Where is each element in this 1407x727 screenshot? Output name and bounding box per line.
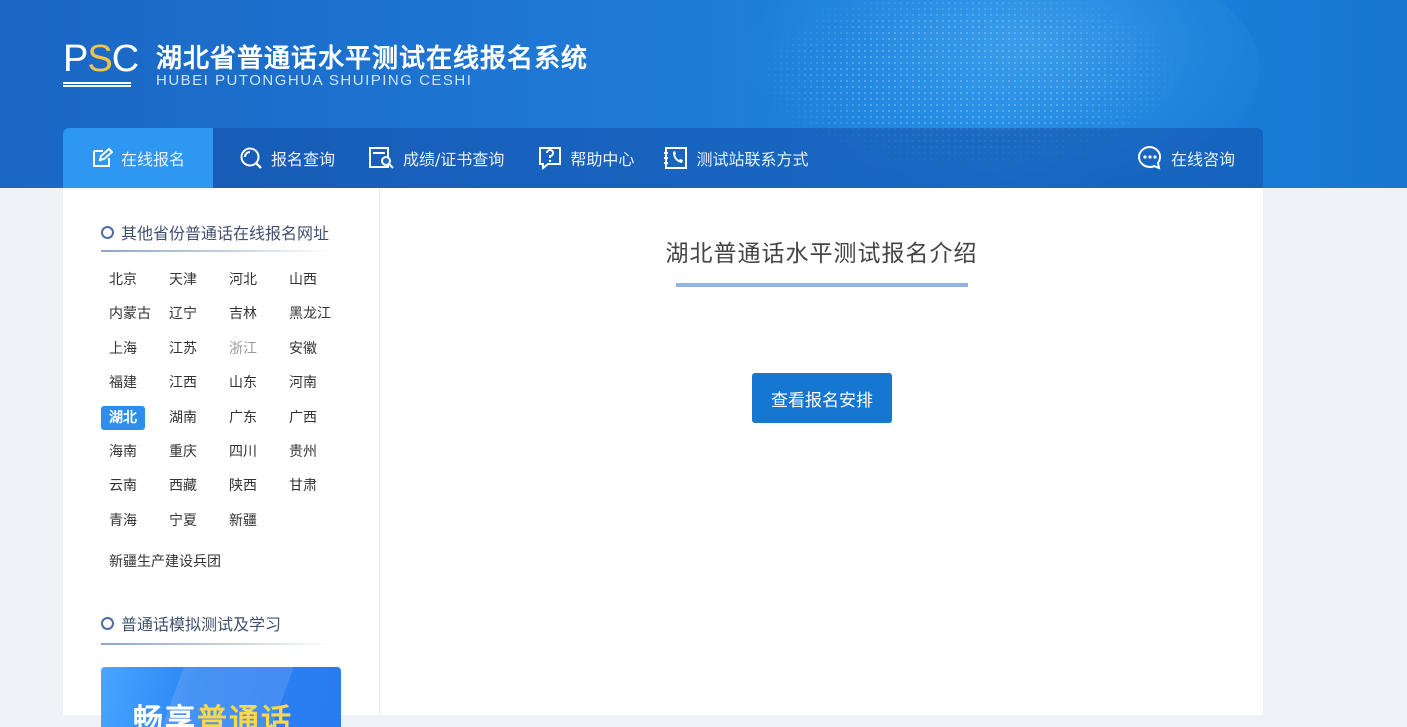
heading-underline — [101, 250, 331, 252]
province-link[interactable]: 云南 — [101, 474, 145, 498]
province-link[interactable]: 北京 — [101, 268, 145, 292]
province-link[interactable]: 浙江 — [221, 337, 265, 361]
province-link[interactable]: 贵州 — [281, 440, 325, 464]
province-link[interactable]: 广西 — [281, 406, 325, 430]
nav-label: 帮助中心 — [570, 150, 635, 169]
province-link[interactable]: 安徽 — [281, 337, 325, 361]
title-underline — [676, 283, 968, 287]
nav-label: 成绩/证书查询 — [403, 150, 505, 169]
province-link[interactable]: 陕西 — [221, 474, 265, 498]
edit-icon — [92, 147, 113, 167]
provinces-heading: 其他省份普通话在线报名网址 — [101, 219, 329, 245]
banner-text: 畅享普通话 — [133, 695, 293, 727]
province-link[interactable]: 西藏 — [161, 474, 205, 498]
province-link[interactable]: 江苏 — [161, 337, 205, 361]
province-link[interactable]: 广东 — [221, 406, 265, 430]
province-link[interactable]: 新疆 — [221, 509, 265, 533]
study-heading: 普通话模拟测试及学习 — [101, 610, 281, 636]
logo-letter-p: P — [63, 38, 88, 80]
logo-letter-c: C — [111, 38, 139, 80]
provinces-title: 其他省份普通话在线报名网址 — [121, 224, 330, 243]
province-link[interactable]: 福建 — [101, 371, 145, 395]
phone-book-icon — [664, 147, 688, 169]
certificate-search-icon — [369, 147, 394, 169]
province-link[interactable]: 内蒙古 — [101, 302, 159, 326]
nav-registration-query[interactable]: 报名查询 — [213, 128, 349, 188]
study-title: 普通话模拟测试及学习 — [121, 615, 282, 634]
heading-underline — [101, 643, 331, 645]
province-link[interactable]: 吉林 — [221, 302, 265, 326]
logo-text: PSC — [63, 38, 139, 80]
view-registration-schedule-button[interactable]: 查看报名安排 — [752, 373, 892, 423]
province-link[interactable]: 山东 — [221, 371, 265, 395]
province-link[interactable]: 天津 — [161, 268, 205, 292]
nav-help-center[interactable]: 帮助中心 — [518, 128, 648, 188]
sidebar: 其他省份普通话在线报名网址 北京 天津 河北 山西内蒙古 辽宁 吉林 黑龙江上海 江苏 浙江 安徽… — [63, 188, 380, 727]
page-title: 湖北普通话水平测试报名介绍 — [665, 241, 978, 267]
mandarin-study-banner[interactable]: 畅享普通话 — [101, 667, 341, 727]
province-link[interactable]: 河南 — [281, 371, 325, 395]
site-title: 湖北省普通话水平测试在线报名系统 — [156, 44, 589, 74]
province-link[interactable]: 河北 — [221, 268, 265, 292]
nav-score-certificate-query[interactable]: 成绩/证书查询 — [349, 128, 518, 188]
chat-icon — [1138, 145, 1161, 170]
nav-label: 在线报名 — [120, 150, 185, 169]
province-link[interactable]: 江西 — [161, 371, 205, 395]
main-nav: 在线报名 报名查询 成绩/证书查询 帮助中心 测试站联系方式 在线咨询 — [63, 128, 1263, 188]
nav-test-station-contact[interactable]: 测试站联系方式 — [648, 128, 822, 188]
content-panel: 其他省份普通话在线报名网址 北京 天津 河北 山西内蒙古 辽宁 吉林 黑龙江上海 江苏 浙江 安徽… — [63, 188, 1263, 727]
site-subtitle: HUBEI PUTONGHUA SHUIPING CESHI — [156, 72, 473, 89]
province-link[interactable]: 湖南 — [161, 406, 205, 430]
help-icon — [539, 147, 562, 170]
circle-bullet-icon — [101, 225, 114, 239]
nav-label: 报名查询 — [271, 150, 336, 169]
province-link[interactable]: 重庆 — [161, 440, 205, 464]
province-link[interactable]: 四川 — [221, 440, 265, 464]
province-link-xinjiang-corps[interactable]: 新疆生产建设兵团 — [101, 550, 229, 574]
province-link[interactable]: 甘肃 — [281, 474, 325, 498]
search-circle-icon — [240, 147, 262, 169]
nav-online-registration[interactable]: 在线报名 — [63, 128, 213, 188]
logo-letter-s: S — [87, 38, 112, 80]
nav-label: 测试站联系方式 — [696, 150, 809, 169]
province-link[interactable]: 海南 — [101, 440, 145, 464]
province-link[interactable]: 湖北 — [101, 405, 145, 430]
psc-logo[interactable]: PSC — [63, 38, 139, 88]
province-link[interactable]: 黑龙江 — [281, 302, 339, 326]
province-link[interactable]: 宁夏 — [161, 509, 205, 533]
header: PSC 湖北省普通话水平测试在线报名系统 HUBEI PUTONGHUA SHU… — [0, 0, 1407, 188]
banner-text-part2: 普通话 — [197, 703, 293, 727]
circle-bullet-icon — [101, 616, 114, 630]
nav-label: 在线咨询 — [1170, 150, 1235, 169]
nav-online-consult[interactable]: 在线咨询 — [1123, 128, 1263, 188]
province-link[interactable]: 辽宁 — [161, 302, 205, 326]
province-link[interactable]: 青海 — [101, 509, 145, 533]
province-link[interactable]: 上海 — [101, 337, 145, 361]
province-link[interactable]: 山西 — [281, 268, 325, 292]
logo-underline — [63, 82, 131, 87]
banner-text-part1: 畅享 — [133, 703, 197, 727]
